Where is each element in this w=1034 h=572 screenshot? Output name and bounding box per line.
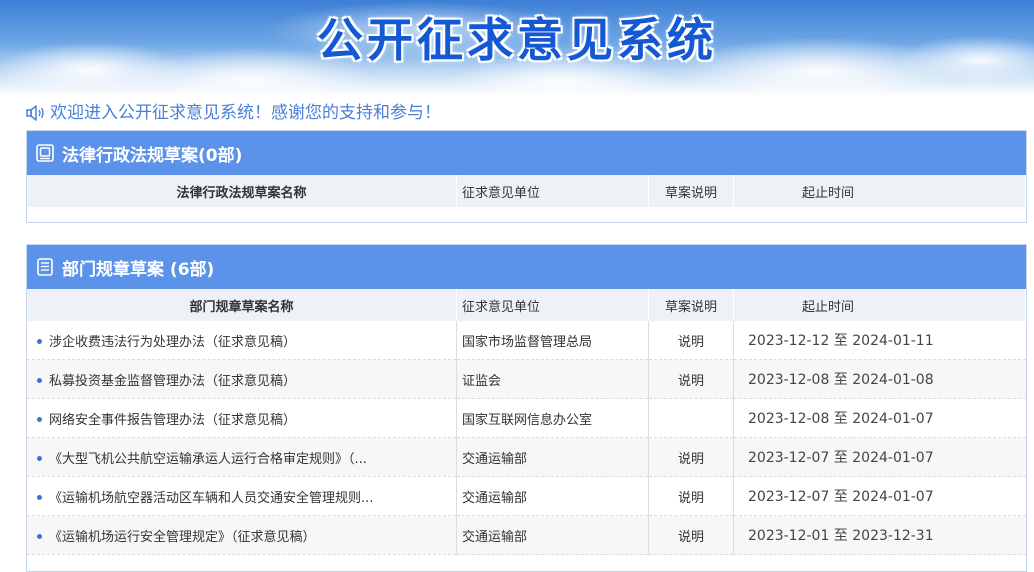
draft-title-link[interactable]: 《大型飞机公共航空运输承运人运行合格审定规则》（... [27, 437, 457, 477]
empty-table-body [27, 207, 1026, 222]
document-frame-icon [36, 144, 54, 162]
soliciting-unit: 国家市场监督管理总局 [456, 321, 649, 360]
law-draft-section: 法律行政法规草案(0部) 法律行政法规草案名称 征求意见单位 草案说明 起止时间 [26, 130, 1027, 223]
table-row: 《运输机场运行安全管理规定》（征求意见稿） 交通运输部 说明 2023-12-0… [27, 515, 1026, 555]
table-row: 《运输机场航空器活动区车辆和人员交通安全管理规则... 交通运输部 说明 202… [27, 476, 1026, 516]
period: 2023-12-01 至 2023-12-31 [733, 515, 1026, 555]
table-row: 网络安全事件报告管理办法（征求意见稿） 国家互联网信息办公室 2023-12-0… [27, 398, 1026, 438]
site-title: 公开征求意见系统 [317, 13, 717, 67]
soliciting-unit: 交通运输部 [456, 437, 649, 477]
soliciting-unit: 交通运输部 [456, 476, 649, 516]
period: 2023-12-07 至 2024-01-07 [733, 476, 1026, 516]
dept-section-header: 部门规章草案 (6部) [27, 245, 1026, 289]
dept-rule-draft-table: 部门规章草案名称 征求意见单位 草案说明 起止时间 涉企收费违法行为处理办法（征… [27, 289, 1026, 555]
column-header-name: 法律行政法规草案名称 [27, 175, 457, 207]
draft-title-link[interactable]: 涉企收费违法行为处理办法（征求意见稿） [27, 321, 457, 360]
dept-rule-draft-section: 部门规章草案 (6部) 部门规章草案名称 征求意见单位 草案说明 起止时间 涉企… [26, 244, 1027, 572]
speaker-icon [26, 105, 44, 121]
law-section-title: 法律行政法规草案(0部) [62, 145, 243, 166]
bullet-icon [37, 377, 42, 383]
explanation-link[interactable] [648, 398, 734, 438]
column-header-name: 部门规章草案名称 [27, 289, 457, 321]
period: 2023-12-08 至 2024-01-07 [733, 398, 1026, 438]
dept-section-title: 部门规章草案 (6部) [62, 259, 215, 280]
draft-title-link[interactable]: 网络安全事件报告管理办法（征求意见稿） [27, 398, 457, 438]
table-header-row: 法律行政法规草案名称 征求意见单位 草案说明 起止时间 [27, 175, 1026, 207]
column-header-period: 起止时间 [733, 289, 1026, 321]
soliciting-unit: 国家互联网信息办公室 [456, 398, 649, 438]
bullet-icon [37, 455, 42, 461]
column-header-unit: 征求意见单位 [456, 175, 649, 207]
soliciting-unit: 证监会 [456, 359, 649, 399]
period: 2023-12-08 至 2024-01-08 [733, 359, 1026, 399]
explanation-link[interactable]: 说明 [648, 515, 734, 555]
explanation-link[interactable]: 说明 [648, 476, 734, 516]
draft-title-link[interactable]: 《运输机场运行安全管理规定》（征求意见稿） [27, 515, 457, 555]
table-footer-spacer [27, 555, 1026, 571]
table-row: 涉企收费违法行为处理办法（征求意见稿） 国家市场监督管理总局 说明 2023-1… [27, 321, 1026, 360]
bullet-icon [37, 533, 42, 539]
column-header-unit: 征求意见单位 [456, 289, 649, 321]
table-header-row: 部门规章草案名称 征求意见单位 草案说明 起止时间 [27, 289, 1026, 321]
header-banner: 公开征求意见系统 [0, 0, 1034, 96]
explanation-link[interactable]: 说明 [648, 437, 734, 477]
soliciting-unit: 交通运输部 [456, 515, 649, 555]
draft-title-link[interactable]: 私募投资基金监督管理办法（征求意见稿） [27, 359, 457, 399]
draft-title-link[interactable]: 《运输机场航空器活动区车辆和人员交通安全管理规则... [27, 476, 457, 516]
column-header-note: 草案说明 [648, 175, 734, 207]
bullet-icon [37, 416, 42, 422]
bullet-icon [37, 494, 42, 500]
welcome-text: 欢迎进入公开征求意见系统！感谢您的支持和参与！ [50, 103, 441, 123]
explanation-link[interactable]: 说明 [648, 359, 734, 399]
law-section-header: 法律行政法规草案(0部) [27, 131, 1026, 175]
table-row: 私募投资基金监督管理办法（征求意见稿） 证监会 说明 2023-12-08 至 … [27, 359, 1026, 399]
document-list-icon [37, 258, 53, 276]
column-header-note: 草案说明 [648, 289, 734, 321]
period: 2023-12-12 至 2024-01-11 [733, 321, 1026, 360]
table-row: 《大型飞机公共航空运输承运人运行合格审定规则》（... 交通运输部 说明 202… [27, 437, 1026, 477]
explanation-link[interactable]: 说明 [648, 321, 734, 360]
column-header-period: 起止时间 [733, 175, 1026, 207]
bullet-icon [37, 338, 42, 344]
law-draft-table: 法律行政法规草案名称 征求意见单位 草案说明 起止时间 [27, 175, 1026, 207]
period: 2023-12-07 至 2024-01-07 [733, 437, 1026, 477]
welcome-bar: 欢迎进入公开征求意见系统！感谢您的支持和参与！ [26, 101, 441, 125]
